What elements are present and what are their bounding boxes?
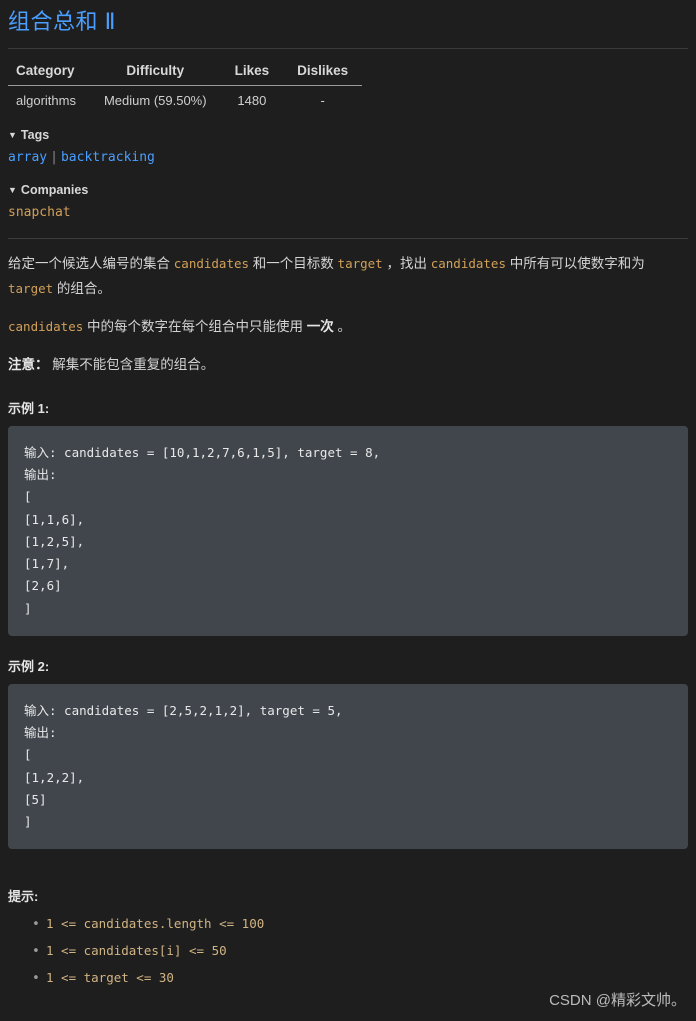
description-paragraph-2: candidates 中的每个数字在每个组合中只能使用 一次 。 <box>8 315 688 340</box>
tags-section-header[interactable]: ▼ Tags <box>8 125 696 145</box>
title-divider <box>8 47 688 49</box>
desc-text: 。 <box>333 318 352 334</box>
description-divider <box>8 237 688 239</box>
desc-code-target: target <box>8 280 54 296</box>
description-paragraph-1: 给定一个候选人编号的集合 candidates 和一个目标数 target ，找… <box>8 252 688 302</box>
caret-down-icon: ▼ <box>8 184 17 195</box>
desc-text: ，找出 <box>382 255 431 271</box>
desc-note-label: 注意： <box>8 356 49 372</box>
desc-text: 和一个目标数 <box>249 255 338 271</box>
cell-dislikes: - <box>320 92 325 108</box>
column-header-likes: Likes <box>220 59 284 86</box>
list-item: 1 <= candidates.length <= 100 <box>32 911 696 939</box>
column-header-category: Category <box>8 59 90 86</box>
example-1-heading: 示例 1: <box>8 400 50 416</box>
problem-description: 给定一个候选人编号的集合 candidates 和一个目标数 target ，找… <box>8 252 688 378</box>
caret-down-icon: ▼ <box>8 129 17 140</box>
example-2-heading: 示例 2: <box>8 658 50 674</box>
companies-section-header[interactable]: ▼ Companies <box>8 180 696 200</box>
problem-page: 组合总和 Ⅱ Category Difficulty Likes Dislike… <box>0 0 696 1021</box>
tags-list: array | backtracking <box>8 147 696 169</box>
desc-text: 的组合。 <box>53 280 111 296</box>
problem-meta-table: Category Difficulty Likes Dislikes algor… <box>8 59 363 114</box>
desc-text: 中的每个数字在每个组合中只能使用 <box>83 318 307 334</box>
cell-difficulty: Medium (59.50%) <box>103 92 207 108</box>
companies-list: snapchat <box>8 202 696 224</box>
table-row: algorithms Medium (59.50%) 1480 - <box>8 85 362 114</box>
list-item: 1 <= target <= 30 <box>32 965 696 993</box>
companies-section-label: Companies <box>20 182 89 197</box>
desc-emphasis-once: 一次 <box>306 318 334 334</box>
column-header-dislikes: Dislikes <box>283 59 363 86</box>
desc-code-candidates: candidates <box>8 318 84 334</box>
example-1-code: 输入: candidates = [10,1,2,7,6,1,5], targe… <box>8 425 688 636</box>
desc-code-target: target <box>337 255 383 271</box>
list-item: 1 <= candidates[i] <= 50 <box>32 938 696 966</box>
description-paragraph-3: 注意： 解集不能包含重复的组合。 <box>8 353 688 378</box>
table-header-row: Category Difficulty Likes Dislikes <box>8 59 363 86</box>
column-header-difficulty: Difficulty <box>89 59 221 86</box>
page-title: 组合总和 Ⅱ <box>8 9 116 34</box>
company-link-snapchat[interactable]: snapchat <box>8 205 71 220</box>
desc-text: 给定一个候选人编号的集合 <box>8 255 174 271</box>
desc-code-candidates: candidates <box>430 255 506 271</box>
tags-section-label: Tags <box>20 127 50 142</box>
hints-heading: 提示: <box>8 889 39 905</box>
tag-separator: | <box>50 149 58 165</box>
tag-link-array[interactable]: array <box>8 150 47 165</box>
csdn-watermark: CSDN @精彩文帅。 <box>549 992 686 1009</box>
example-2-code: 输入: candidates = [2,5,2,1,2], target = 5… <box>8 683 688 850</box>
desc-text: 解集不能包含重复的组合。 <box>48 356 215 372</box>
desc-code-candidates: candidates <box>173 255 250 271</box>
cell-likes: 1480 <box>237 92 267 108</box>
hints-list: 1 <= candidates.length <= 100 1 <= candi… <box>0 911 696 993</box>
desc-text: 中所有可以使数字和为 <box>505 255 645 271</box>
tag-link-backtracking[interactable]: backtracking <box>61 150 155 165</box>
cell-category: algorithms <box>16 92 76 108</box>
